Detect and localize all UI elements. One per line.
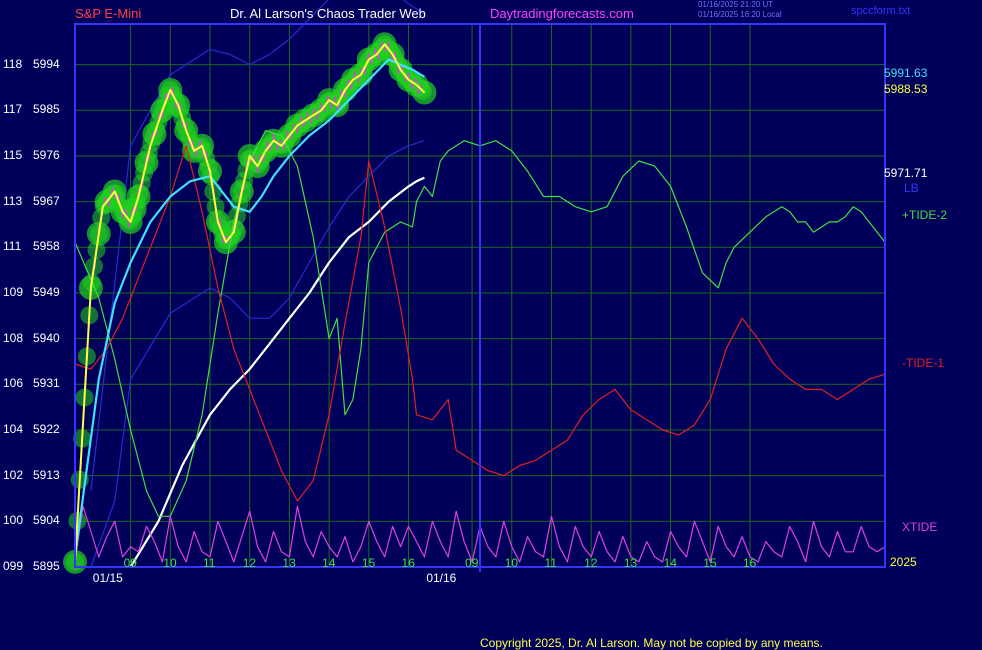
tide2-label: +TIDE-2 bbox=[902, 208, 948, 222]
data-file-name: spccform.txt bbox=[851, 5, 911, 17]
time-local: 01/16/2025 16:20 Local bbox=[698, 10, 782, 19]
year-label: 2025 bbox=[890, 555, 917, 569]
x-tick-label: 16 bbox=[401, 556, 415, 570]
x-tick-label: 14 bbox=[322, 556, 336, 570]
x-date-label: 01/16 bbox=[426, 571, 457, 585]
page-title: Dr. Al Larson's Chaos Trader Web bbox=[230, 6, 426, 21]
y-tick-left: 111 bbox=[3, 239, 22, 254]
x-tick-label: 16 bbox=[743, 556, 757, 570]
x-tick-label: 11 bbox=[544, 556, 557, 570]
x-tick-label: 15 bbox=[703, 556, 717, 570]
chart-canvas bbox=[63, 0, 886, 574]
y-tick-price: 5967 bbox=[33, 193, 60, 208]
y-tick-price: 5949 bbox=[33, 284, 60, 299]
x-tick-label: 10 bbox=[504, 556, 519, 570]
copyright: Copyright 2025, Dr. Al Larson. May not b… bbox=[480, 636, 823, 650]
y-tick-price: 5985 bbox=[33, 102, 60, 117]
y-tick-left: 108 bbox=[3, 330, 24, 345]
tide1-label: -TIDE-1 bbox=[902, 356, 944, 370]
price-label-white: 5971.71 bbox=[884, 166, 928, 180]
y-tick-price: 5904 bbox=[33, 513, 60, 528]
time-utc: 01/16/2025 21:20 UT bbox=[698, 0, 774, 9]
y-tick-price: 5940 bbox=[33, 330, 60, 345]
x-tick-label: 12 bbox=[584, 556, 598, 570]
y-tick-left: 100 bbox=[3, 513, 24, 528]
y-tick-price: 5931 bbox=[33, 376, 60, 391]
y-tick-left: 109 bbox=[3, 284, 24, 299]
y-tick-left: 102 bbox=[3, 467, 24, 482]
lb-label: LB bbox=[904, 181, 919, 195]
x-tick-label: 12 bbox=[242, 556, 257, 570]
price-label-blue: 5991.63 bbox=[884, 66, 928, 80]
site-link[interactable]: Daytradingforecasts.com bbox=[490, 6, 634, 21]
x-date-label: 01/15 bbox=[92, 571, 123, 585]
x-tick-label: 11 bbox=[203, 556, 216, 570]
y-tick-left: 118 bbox=[3, 56, 23, 71]
x-tick-label: 09 bbox=[123, 556, 137, 570]
y-tick-left: 099 bbox=[3, 559, 24, 573]
x-tick-label: 14 bbox=[663, 556, 677, 570]
price-label-yellow: 5988.53 bbox=[884, 82, 928, 96]
y-tick-left: 115 bbox=[3, 147, 23, 162]
x-tick-label: 10 bbox=[163, 556, 177, 570]
y-tick-left: 117 bbox=[3, 102, 23, 117]
x-tick-label: 13 bbox=[623, 556, 638, 570]
y-tick-price: 5895 bbox=[33, 559, 60, 573]
y-tick-left: 104 bbox=[3, 421, 24, 436]
x-tick-label: 13 bbox=[282, 556, 296, 570]
xtide-label: XTIDE bbox=[902, 520, 938, 534]
y-tick-price: 5913 bbox=[33, 467, 60, 482]
y-tick-price: 5994 bbox=[33, 56, 60, 71]
y-tick-price: 5976 bbox=[33, 147, 60, 162]
x-tick-label: 09 bbox=[465, 556, 479, 570]
y-tick-left: 106 bbox=[3, 376, 24, 391]
y-tick-price: 5958 bbox=[33, 239, 60, 254]
y-tick-price: 5922 bbox=[33, 421, 60, 436]
symbol-title: S&P E-Mini bbox=[75, 6, 142, 21]
y-tick-left: 113 bbox=[3, 193, 23, 208]
x-tick-label: 15 bbox=[361, 556, 376, 570]
